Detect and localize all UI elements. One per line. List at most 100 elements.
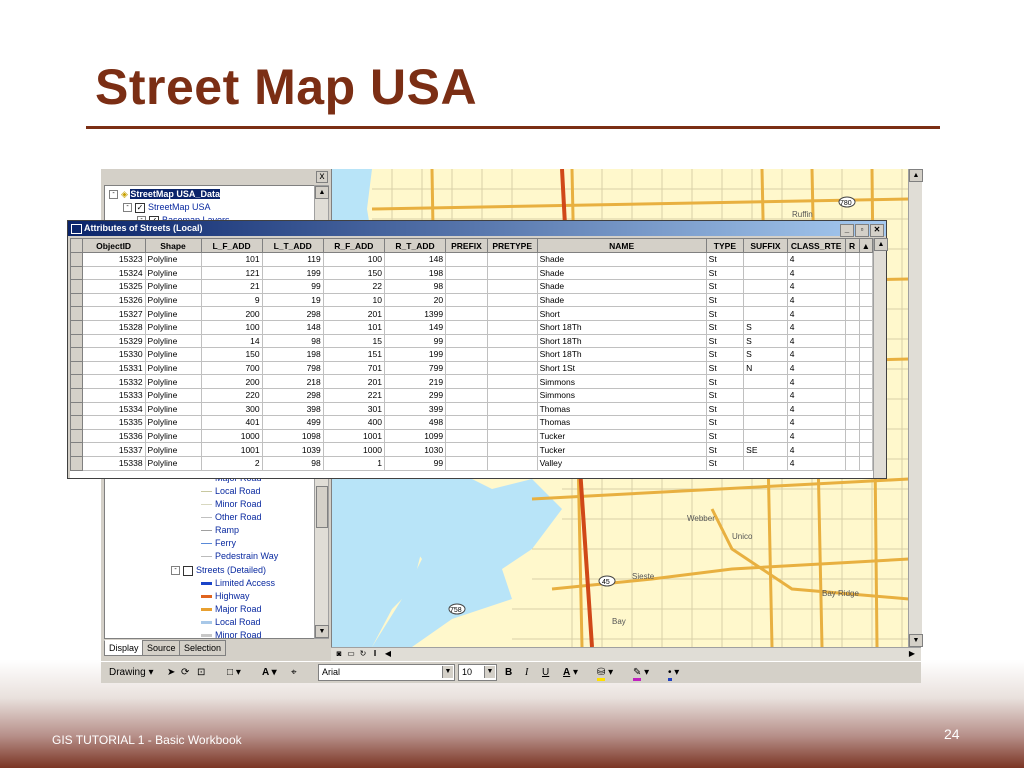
table-row[interactable]: 15323 Polyline 101 119 100 148 Shade St 4: [70, 252, 873, 267]
table-cell[interactable]: 200: [200, 306, 263, 321]
table-cell[interactable]: Polyline: [144, 442, 202, 457]
table-cell[interactable]: Short 18Th: [536, 319, 707, 335]
table-cell[interactable]: 15338: [81, 455, 146, 471]
row-selector[interactable]: [70, 292, 83, 308]
text-tool-button[interactable]: A ▾: [262, 665, 277, 680]
row-selector[interactable]: [70, 428, 83, 444]
table-cell[interactable]: Polyline: [144, 455, 202, 471]
row-selector-header[interactable]: [70, 238, 83, 253]
table-cell[interactable]: [486, 319, 538, 335]
table-cell[interactable]: [445, 374, 488, 389]
table-cell[interactable]: Polyline: [144, 319, 202, 335]
table-cell[interactable]: [445, 265, 488, 281]
table-cell[interactable]: [844, 319, 860, 335]
table-cell[interactable]: Tucker: [536, 442, 707, 457]
table-cell[interactable]: [486, 387, 538, 403]
table-cell[interactable]: [858, 347, 873, 362]
table-cell[interactable]: [445, 387, 488, 403]
table-cell[interactable]: 4: [786, 265, 846, 281]
table-cell[interactable]: Polyline: [144, 428, 202, 444]
table-cell[interactable]: St: [705, 265, 745, 281]
table-cell[interactable]: 98: [261, 333, 324, 349]
table-cell[interactable]: St: [705, 306, 745, 321]
table-cell[interactable]: 198: [261, 347, 324, 362]
table-cell[interactable]: 15: [322, 333, 385, 349]
table-cell[interactable]: 4: [786, 374, 846, 389]
table-row[interactable]: 15334 Polyline 300 398 301 399 Thomas St 4: [70, 401, 873, 417]
scroll-down-icon[interactable]: ▼: [315, 625, 329, 638]
table-cell[interactable]: [445, 347, 488, 362]
table-cell[interactable]: 4: [786, 442, 846, 457]
table-cell[interactable]: [743, 252, 788, 267]
table-cell[interactable]: Polyline: [144, 387, 202, 403]
table-cell[interactable]: [445, 252, 488, 267]
table-cell[interactable]: [743, 387, 788, 403]
table-cell[interactable]: [858, 279, 873, 294]
table-cell[interactable]: 700: [200, 360, 263, 376]
table-cell[interactable]: Valley: [536, 455, 707, 471]
table-cell[interactable]: 4: [786, 428, 846, 444]
table-cell[interactable]: Polyline: [144, 374, 202, 389]
row-selector[interactable]: [70, 360, 83, 376]
table-cell[interactable]: St: [705, 360, 745, 376]
fill-color-button[interactable]: ⛁ ▾: [597, 665, 613, 681]
table-cell[interactable]: St: [705, 347, 745, 362]
table-cell[interactable]: St: [705, 374, 745, 389]
table-cell[interactable]: [486, 333, 538, 349]
table-cell[interactable]: Short 18Th: [536, 347, 707, 362]
table-cell[interactable]: 300: [200, 401, 263, 417]
table-cell[interactable]: [486, 292, 538, 308]
table-cell[interactable]: [445, 455, 488, 471]
table-cell[interactable]: [844, 442, 860, 457]
table-cell[interactable]: [844, 401, 860, 417]
table-cell[interactable]: Shade: [536, 265, 707, 281]
table-cell[interactable]: [445, 333, 488, 349]
table-row[interactable]: 15328 Polyline 100 148 101 149 Short 18Th St S 4: [70, 319, 873, 335]
line-color-button[interactable]: ✎ ▾: [633, 665, 649, 681]
row-selector[interactable]: [70, 306, 83, 321]
table-cell[interactable]: 1099: [383, 428, 447, 444]
table-cell[interactable]: 15333: [81, 387, 146, 403]
column-header[interactable]: L_F_ADD: [200, 238, 263, 253]
table-cell[interactable]: [743, 306, 788, 321]
table-cell[interactable]: 1: [322, 455, 385, 471]
table-cell[interactable]: [743, 292, 788, 308]
table-cell[interactable]: 218: [261, 374, 324, 389]
table-cell[interactable]: [486, 401, 538, 417]
table-cell[interactable]: 798: [261, 360, 324, 376]
table-cell[interactable]: Shade: [536, 279, 707, 294]
table-cell[interactable]: [844, 252, 860, 267]
table-row[interactable]: 15327 Polyline 200 298 201 1399 Short St 4: [70, 306, 873, 321]
table-cell[interactable]: 219: [383, 374, 447, 389]
table-cell[interactable]: [743, 401, 788, 417]
table-cell[interactable]: 22: [322, 279, 385, 294]
column-header[interactable]: R_F_ADD: [322, 238, 385, 253]
toc-tab-display[interactable]: Display: [104, 640, 144, 656]
table-cell[interactable]: S: [743, 347, 788, 362]
row-selector[interactable]: [70, 333, 83, 349]
table-row[interactable]: 15333 Polyline 220 298 221 299 Simmons St 4: [70, 387, 873, 403]
table-row[interactable]: 15329 Polyline 14 98 15 99 Short 18Th St S 4: [70, 333, 873, 349]
table-cell[interactable]: St: [705, 333, 745, 349]
table-cell[interactable]: [858, 292, 873, 308]
table-cell[interactable]: 1000: [200, 428, 263, 444]
row-selector[interactable]: [70, 374, 83, 389]
map-horizontal-bar[interactable]: ◙ ▭ ↻ ‖ ◀ ▶: [331, 647, 921, 662]
table-cell[interactable]: 4: [786, 319, 846, 335]
toc-tab-selection[interactable]: Selection: [179, 640, 227, 656]
table-cell[interactable]: 119: [261, 252, 324, 267]
column-header[interactable]: TYPE: [705, 238, 745, 253]
table-cell[interactable]: 15335: [81, 415, 146, 430]
table-cell[interactable]: 15326: [81, 292, 146, 308]
table-row[interactable]: 15324 Polyline 121 199 150 198 Shade St 4: [70, 265, 873, 281]
table-cell[interactable]: [743, 265, 788, 281]
table-cell[interactable]: 301: [322, 401, 385, 417]
font-name-select[interactable]: Arial ▼: [318, 664, 455, 681]
table-cell[interactable]: St: [705, 387, 745, 403]
table-cell[interactable]: Shade: [536, 292, 707, 308]
table-row[interactable]: 15338 Polyline 2 98 1 99 Valley St 4: [70, 455, 873, 471]
table-cell[interactable]: Thomas: [536, 415, 707, 430]
table-cell[interactable]: S: [743, 333, 788, 349]
column-header[interactable]: ObjectID: [81, 238, 146, 253]
table-cell[interactable]: [445, 428, 488, 444]
